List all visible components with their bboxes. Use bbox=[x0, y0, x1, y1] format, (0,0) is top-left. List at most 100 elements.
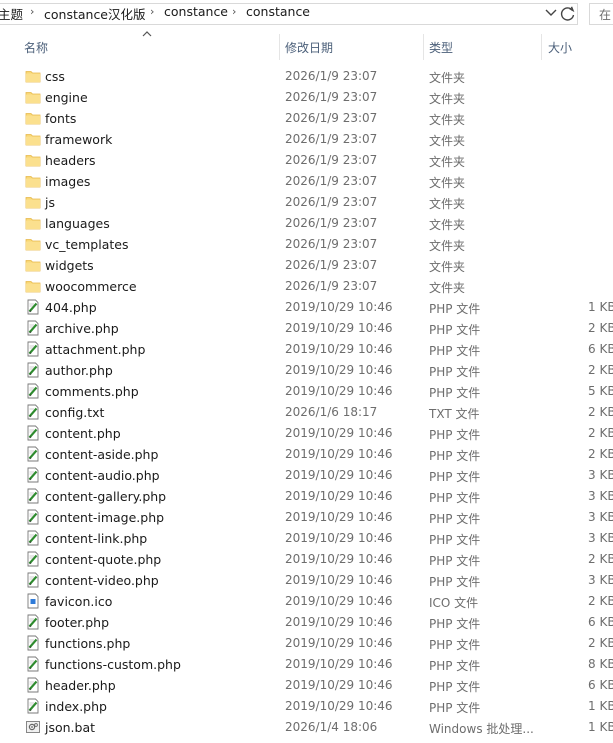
folder-row[interactable]: languages 2026/1/9 23:07 文件夹 bbox=[0, 213, 613, 234]
file-row[interactable]: favicon.ico 2019/10/29 10:46 ICO 文件 2 KB bbox=[0, 591, 613, 612]
file-date: 2026/1/9 23:07 bbox=[285, 258, 378, 272]
file-type: PHP 文件 bbox=[429, 701, 481, 715]
file-row[interactable]: content-aside.php 2019/10/29 10:46 PHP 文件 2… bbox=[0, 444, 613, 465]
file-size: 3 KB bbox=[588, 510, 613, 524]
folder-row[interactable]: vc_templates 2026/1/9 23:07 文件夹 bbox=[0, 234, 613, 255]
file-type: 文件夹 bbox=[429, 239, 466, 253]
file-date: 2019/10/29 10:46 bbox=[285, 468, 393, 482]
file-row[interactable]: content-audio.php 2019/10/29 10:46 PHP 文件 3… bbox=[0, 465, 613, 486]
breadcrumb-item[interactable]: constance bbox=[164, 4, 228, 19]
file-row[interactable]: archive.php 2019/10/29 10:46 PHP 文件 2 KB bbox=[0, 318, 613, 339]
file-row[interactable]: functions.php 2019/10/29 10:46 PHP 文件 2 KB bbox=[0, 633, 613, 654]
file-type: PHP 文件 bbox=[429, 449, 481, 463]
file-size: 2 KB bbox=[588, 447, 613, 461]
file-size: 3 KB bbox=[588, 573, 613, 587]
file-date: 2026/1/9 23:07 bbox=[285, 216, 378, 230]
php-file-icon bbox=[25, 551, 41, 567]
column-size[interactable]: 大小 bbox=[548, 39, 572, 56]
file-type: 文件夹 bbox=[429, 281, 466, 295]
php-file-icon bbox=[25, 488, 41, 504]
file-type: PHP 文件 bbox=[429, 491, 481, 505]
file-row[interactable]: footer.php 2019/10/29 10:46 PHP 文件 6 KB bbox=[0, 612, 613, 633]
file-row[interactable]: content-video.php 2019/10/29 10:46 PHP 文件 3… bbox=[0, 570, 613, 591]
column-type[interactable]: 类型 bbox=[429, 39, 453, 56]
column-name[interactable]: 名称 bbox=[24, 39, 48, 56]
file-type: 文件夹 bbox=[429, 155, 466, 169]
php-file-icon bbox=[25, 530, 41, 546]
file-row[interactable]: 404.php 2019/10/29 10:46 PHP 文件 1 KB bbox=[0, 297, 613, 318]
file-name: content-link.php bbox=[45, 531, 148, 546]
file-name: content-quote.php bbox=[45, 552, 162, 567]
file-row[interactable]: content-link.php 2019/10/29 10:46 PHP 文件 3 … bbox=[0, 528, 613, 549]
breadcrumb-item[interactable]: 主题 bbox=[0, 4, 23, 23]
file-date: 2026/1/9 23:07 bbox=[285, 111, 378, 125]
file-size: 6 KB bbox=[588, 678, 613, 692]
file-type: PHP 文件 bbox=[429, 428, 481, 442]
file-date: 2019/10/29 10:46 bbox=[285, 321, 393, 335]
folder-icon bbox=[25, 194, 41, 210]
php-file-icon bbox=[25, 320, 41, 336]
folder-row[interactable]: images 2026/1/9 23:07 文件夹 bbox=[0, 171, 613, 192]
file-type: Windows 批处理... bbox=[429, 722, 534, 736]
file-date: 2019/10/29 10:46 bbox=[285, 300, 393, 314]
breadcrumb-separator[interactable]: › bbox=[30, 5, 34, 18]
folder-row[interactable]: js 2026/1/9 23:07 文件夹 bbox=[0, 192, 613, 213]
file-size: 3 KB bbox=[588, 468, 613, 482]
file-row[interactable]: attachment.php 2019/10/29 10:46 PHP 文件 6 KB bbox=[0, 339, 613, 360]
file-date: 2026/1/9 23:07 bbox=[285, 132, 378, 146]
file-row[interactable]: config.txt 2026/1/6 18:17 TXT 文件 2 KB bbox=[0, 402, 613, 423]
txt-file-icon bbox=[25, 404, 41, 420]
column-divider[interactable] bbox=[541, 34, 542, 60]
file-row[interactable]: content-gallery.php 2019/10/29 10:46 PHP 文… bbox=[0, 486, 613, 507]
file-name: favicon.ico bbox=[45, 594, 113, 609]
folder-row[interactable]: woocommerce 2026/1/9 23:07 文件夹 bbox=[0, 276, 613, 297]
file-row[interactable]: content.php 2019/10/29 10:46 PHP 文件 2 KB bbox=[0, 423, 613, 444]
file-row[interactable]: content-image.php 2019/10/29 10:46 PHP 文件 3… bbox=[0, 507, 613, 528]
folder-row[interactable]: fonts 2026/1/9 23:07 文件夹 bbox=[0, 108, 613, 129]
folder-row[interactable]: framework 2026/1/9 23:07 文件夹 bbox=[0, 129, 613, 150]
file-date: 2019/10/29 10:46 bbox=[285, 678, 393, 692]
file-date: 2026/1/9 23:07 bbox=[285, 195, 378, 209]
folder-row[interactable]: engine 2026/1/9 23:07 文件夹 bbox=[0, 87, 613, 108]
breadcrumb-item[interactable]: constance汉化版 bbox=[44, 4, 146, 23]
file-type: 文件夹 bbox=[429, 92, 466, 106]
file-row[interactable]: json.bat 2026/1/4 18:06 Windows 批处理... 1 KB bbox=[0, 717, 613, 738]
file-row[interactable]: index.php 2019/10/29 10:46 PHP 文件 1 KB bbox=[0, 696, 613, 717]
folder-icon bbox=[25, 215, 41, 231]
file-name: comments.php bbox=[45, 384, 139, 399]
chevron-down-icon[interactable] bbox=[543, 4, 559, 20]
file-date: 2019/10/29 10:46 bbox=[285, 384, 393, 398]
folder-icon bbox=[25, 131, 41, 147]
php-file-icon bbox=[25, 383, 41, 399]
file-row[interactable]: header.php 2019/10/29 10:46 PHP 文件 6 KB bbox=[0, 675, 613, 696]
breadcrumb-item[interactable]: constance bbox=[246, 4, 310, 19]
file-row[interactable]: comments.php 2019/10/29 10:46 PHP 文件 5 KB bbox=[0, 381, 613, 402]
file-size: 1 KB bbox=[588, 300, 613, 314]
file-size: 5 KB bbox=[588, 384, 613, 398]
file-row[interactable]: content-quote.php 2019/10/29 10:46 PHP 文件 2… bbox=[0, 549, 613, 570]
folder-row[interactable]: widgets 2026/1/9 23:07 文件夹 bbox=[0, 255, 613, 276]
folder-row[interactable]: css 2026/1/9 23:07 文件夹 bbox=[0, 66, 613, 87]
file-date: 2026/1/4 18:06 bbox=[285, 720, 378, 734]
column-date[interactable]: 修改日期 bbox=[285, 39, 333, 56]
file-row[interactable]: author.php 2019/10/29 10:46 PHP 文件 2 KB bbox=[0, 360, 613, 381]
breadcrumb-separator[interactable]: › bbox=[150, 5, 154, 18]
folder-icon bbox=[25, 278, 41, 294]
folder-row[interactable]: headers 2026/1/9 23:07 文件夹 bbox=[0, 150, 613, 171]
file-name: functions-custom.php bbox=[45, 657, 181, 672]
php-file-icon bbox=[25, 509, 41, 525]
file-name: vc_templates bbox=[45, 237, 129, 252]
file-date: 2019/10/29 10:46 bbox=[285, 510, 393, 524]
column-divider[interactable] bbox=[279, 34, 280, 60]
column-divider[interactable] bbox=[423, 34, 424, 60]
breadcrumb-separator[interactable]: › bbox=[232, 5, 236, 18]
file-row[interactable]: functions-custom.php 2019/10/29 10:46 PHP … bbox=[0, 654, 613, 675]
file-type: PHP 文件 bbox=[429, 575, 481, 589]
file-type: 文件夹 bbox=[429, 218, 466, 232]
refresh-icon[interactable] bbox=[558, 4, 578, 24]
file-name: json.bat bbox=[45, 720, 96, 735]
file-type: PHP 文件 bbox=[429, 680, 481, 694]
file-date: 2019/10/29 10:46 bbox=[285, 363, 393, 377]
php-file-icon bbox=[25, 614, 41, 630]
file-name: functions.php bbox=[45, 636, 131, 651]
